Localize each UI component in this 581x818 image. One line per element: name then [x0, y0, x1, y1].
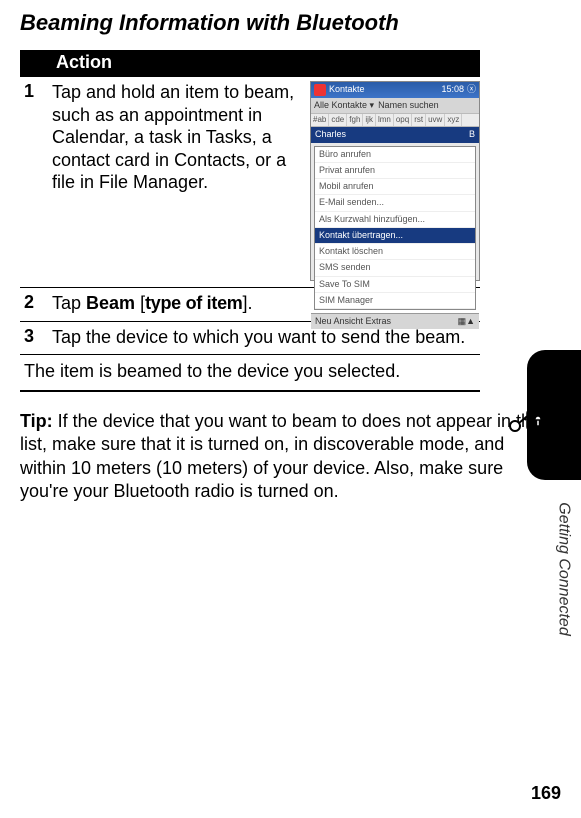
windows-logo-icon [314, 84, 326, 96]
bracket-close: ]. [243, 293, 253, 313]
menu-item: Privat anrufen [315, 163, 475, 179]
screenshot-time: 15:08 [441, 84, 464, 95]
step-1-number: 1 [20, 81, 52, 102]
alpha-tabs: #ab cde fgh ijk lmn opq rst uvw xyz [311, 114, 479, 127]
context-menu: Büro anrufen Privat anrufen Mobil anrufe… [314, 146, 476, 311]
contacts-filter-dropdown: Alle Kontakte ▾ [314, 100, 374, 111]
menu-item: Büro anrufen [315, 147, 475, 163]
beam-label: Beam [86, 293, 135, 313]
contact-letter: B [469, 129, 475, 140]
menu-item: SMS senden [315, 260, 475, 276]
tip-label: Tip: [20, 411, 58, 431]
menu-item: Kontakt löschen [315, 244, 475, 260]
step-3-number: 3 [20, 326, 52, 347]
menu-item: E-Mail senden... [315, 195, 475, 211]
step-3-text: Tap the device to which you want to send… [52, 326, 480, 349]
page-number: 169 [531, 783, 561, 804]
side-tab: Getting Connected [527, 350, 581, 630]
page-title: Beaming Information with Bluetooth [20, 10, 561, 36]
tip-paragraph: Tip: If the device that you want to beam… [20, 410, 545, 504]
bracket-open: [ [135, 293, 145, 313]
contact-row-selected: Charles B [311, 127, 479, 142]
search-names-field: Namen suchen [378, 100, 439, 111]
menu-item-highlighted: Kontakt übertragen... [315, 228, 475, 244]
side-section-text: Getting Connected [555, 502, 573, 635]
lock-key-icon [507, 392, 551, 436]
side-section-label: Getting Connected [551, 490, 577, 660]
contact-name: Charles [315, 129, 346, 140]
screenshot-titlebar: Kontakte 15:08 ⓧ [311, 82, 479, 98]
step-1-row: 1 Tap and hold an item to beam, such as … [20, 77, 480, 288]
menu-item: Mobil anrufen [315, 179, 475, 195]
screenshot-title: Kontakte [329, 84, 365, 95]
menu-item: Als Kurzwahl hinzufügen... [315, 212, 475, 228]
result-line: The item is beamed to the device you sel… [20, 355, 480, 392]
step-2-prefix: Tap [52, 293, 86, 313]
step-3-row: 3 Tap the device to which you want to se… [20, 322, 480, 356]
step-1-text: Tap and hold an item to beam, such as an… [52, 81, 300, 281]
menu-item: Save To SIM [315, 277, 475, 293]
close-icon: ⓧ [467, 84, 476, 95]
screenshot-toolbar: Alle Kontakte ▾ Namen suchen [311, 98, 479, 114]
contacts-app-screenshot: Kontakte 15:08 ⓧ Alle Kontakte ▾ Namen s… [310, 81, 480, 281]
action-header: Action [20, 50, 480, 77]
step-2-number: 2 [20, 292, 52, 313]
type-of-item: type of item [145, 293, 242, 313]
action-table: Action 1 Tap and hold an item to beam, s… [20, 50, 480, 392]
tip-body: If the device that you want to beam to d… [20, 411, 541, 501]
